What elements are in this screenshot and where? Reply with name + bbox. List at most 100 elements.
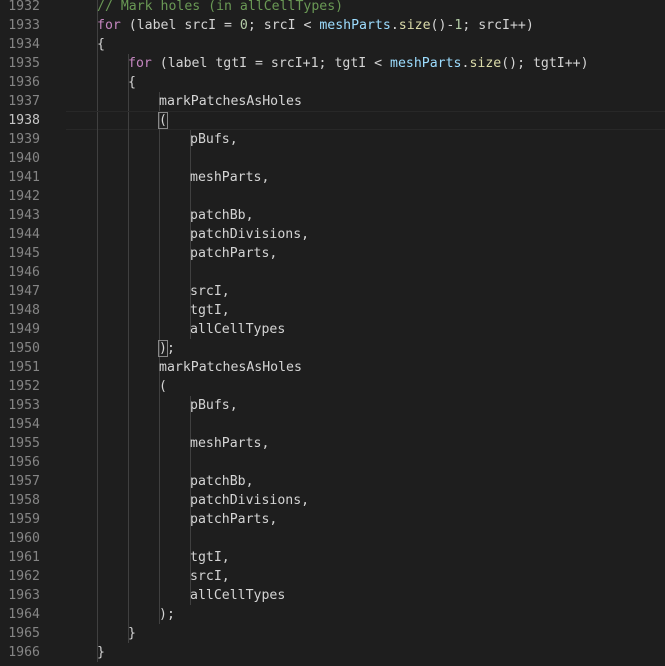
indent-guide — [97, 320, 98, 339]
code-line-content[interactable]: ); — [66, 339, 665, 358]
code-line[interactable]: 1946 — [0, 263, 665, 282]
code-line[interactable]: 1935 for (label tgtI = srcI+1; tgtI < mes… — [0, 54, 665, 73]
code-line[interactable]: 1949 allCellTypes — [0, 320, 665, 339]
indent-guide — [128, 301, 129, 320]
code-token: ); — [159, 607, 175, 622]
code-editor[interactable]: 1932 // Mark holes (in allCellTypes) 1933 f… — [0, 0, 665, 666]
code-line-content[interactable]: patchParts, — [66, 510, 665, 529]
code-line-content[interactable]: markPatchesAsHoles — [66, 92, 665, 111]
code-line[interactable]: 1936 { — [0, 73, 665, 92]
code-line[interactable]: 1958 patchDivisions, — [0, 491, 665, 510]
code-line[interactable]: 1947 srcI, — [0, 282, 665, 301]
code-line[interactable]: 1956 — [0, 453, 665, 472]
code-line[interactable]: 1953 pBufs, — [0, 396, 665, 415]
code-line[interactable]: 1937 markPatchesAsHoles — [0, 92, 665, 111]
code-line[interactable]: 1964); — [0, 605, 665, 624]
code-line[interactable]: 1951 markPatchesAsHoles — [0, 358, 665, 377]
indent-guide — [159, 282, 160, 301]
code-line-content[interactable] — [66, 453, 665, 472]
code-line-content[interactable]: meshParts, — [66, 168, 665, 187]
code-line-content[interactable]: allCellTypes — [66, 586, 665, 605]
code-line-content[interactable]: ); — [66, 605, 665, 624]
code-token: patchDivisions, — [190, 493, 310, 508]
code-line-content[interactable]: // Mark holes (in allCellTypes) — [66, 0, 665, 16]
line-number: 1953 — [8, 398, 40, 413]
code-line-content[interactable]: for (label tgtI = srcI+1; tgtI < meshPar… — [66, 54, 665, 73]
code-line-content[interactable]: allCellTypes — [66, 320, 665, 339]
code-text: for (label tgtI = srcI+1; tgtI < meshPar… — [128, 54, 589, 73]
code-line-content[interactable]: patchDivisions, — [66, 491, 665, 510]
code-line[interactable]: 1940 — [0, 149, 665, 168]
code-line[interactable]: 1965} — [0, 624, 665, 643]
code-line[interactable]: 1962 srcI, — [0, 567, 665, 586]
code-line-content[interactable] — [66, 415, 665, 434]
code-text: tgtI, — [190, 301, 230, 320]
code-line[interactable]: 1963 allCellTypes — [0, 586, 665, 605]
code-token: // Mark holes (in allCellTypes) — [97, 0, 344, 14]
code-line-content[interactable]: ( — [66, 111, 665, 131]
code-text: meshParts, — [190, 434, 269, 453]
code-line-content[interactable]: patchParts, — [66, 244, 665, 263]
code-text: ( — [158, 112, 168, 129]
line-number: 1956 — [8, 455, 40, 470]
code-line-content[interactable]: { — [66, 35, 665, 54]
code-line[interactable]: 1942 — [0, 187, 665, 206]
code-line-content[interactable]: } — [66, 643, 665, 662]
code-line-content[interactable]: } — [66, 624, 665, 643]
code-line-content[interactable]: for (label srcI = 0; srcI < meshParts.si… — [66, 16, 665, 35]
code-line-content[interactable]: srcI, — [66, 567, 665, 586]
code-line[interactable]: 1960 — [0, 529, 665, 548]
indent-guide — [97, 396, 98, 415]
code-line-content[interactable]: srcI, — [66, 282, 665, 301]
code-line[interactable]: 1955 meshParts, — [0, 434, 665, 453]
code-line[interactable]: 1938 ( — [0, 111, 665, 131]
code-line-content[interactable]: patchBb, — [66, 206, 665, 225]
code-line[interactable]: 1950); — [0, 339, 665, 358]
indent-guide — [97, 282, 98, 301]
indent-guide — [97, 624, 98, 643]
code-line-content[interactable]: markPatchesAsHoles — [66, 358, 665, 377]
code-line[interactable]: 1945 patchParts, — [0, 244, 665, 263]
code-line-content[interactable]: patchDivisions, — [66, 225, 665, 244]
code-line-content[interactable]: patchBb, — [66, 472, 665, 491]
code-line[interactable]: 1932 // Mark holes (in allCellTypes) — [0, 0, 665, 16]
code-line-content[interactable]: ( — [66, 377, 665, 396]
line-number: 1946 — [8, 265, 40, 280]
code-line-content[interactable]: pBufs, — [66, 396, 665, 415]
indent-guide — [97, 339, 98, 358]
code-line-content[interactable] — [66, 149, 665, 168]
code-line[interactable]: 1966} — [0, 643, 665, 662]
code-line-content[interactable]: pBufs, — [66, 130, 665, 149]
matched-bracket: ( — [158, 112, 168, 129]
code-line-content[interactable]: { — [66, 73, 665, 92]
code-line[interactable]: 1944 patchDivisions, — [0, 225, 665, 244]
line-number: 1945 — [8, 246, 40, 261]
code-line-content[interactable]: tgtI, — [66, 301, 665, 320]
code-text: srcI, — [190, 282, 230, 301]
code-line[interactable]: 1961 tgtI, — [0, 548, 665, 567]
code-line[interactable]: 1954 — [0, 415, 665, 434]
code-line-content[interactable] — [66, 187, 665, 206]
code-line[interactable]: 1943 patchBb, — [0, 206, 665, 225]
code-line[interactable]: 1941 meshParts, — [0, 168, 665, 187]
indent-guide — [128, 263, 129, 282]
code-line[interactable]: 1939 pBufs, — [0, 130, 665, 149]
line-number: 1954 — [8, 417, 40, 432]
code-line[interactable]: 1934 { — [0, 35, 665, 54]
indent-guide — [128, 92, 129, 111]
code-line-content[interactable] — [66, 263, 665, 282]
code-line[interactable]: 1952 ( — [0, 377, 665, 396]
line-number: 1957 — [8, 474, 40, 489]
code-line-content[interactable] — [66, 529, 665, 548]
code-line[interactable]: 1959 patchParts, — [0, 510, 665, 529]
code-token: (label srcI = — [120, 18, 240, 33]
indent-guide — [159, 434, 160, 453]
code-line[interactable]: 1957 patchBb, — [0, 472, 665, 491]
code-line[interactable]: 1948 tgtI, — [0, 301, 665, 320]
indent-guide — [159, 149, 160, 168]
code-line[interactable]: 1933 for (label srcI = 0; srcI < meshPart… — [0, 16, 665, 35]
code-token: for — [97, 18, 121, 33]
code-text: srcI, — [190, 567, 230, 586]
code-line-content[interactable]: tgtI, — [66, 548, 665, 567]
code-line-content[interactable]: meshParts, — [66, 434, 665, 453]
